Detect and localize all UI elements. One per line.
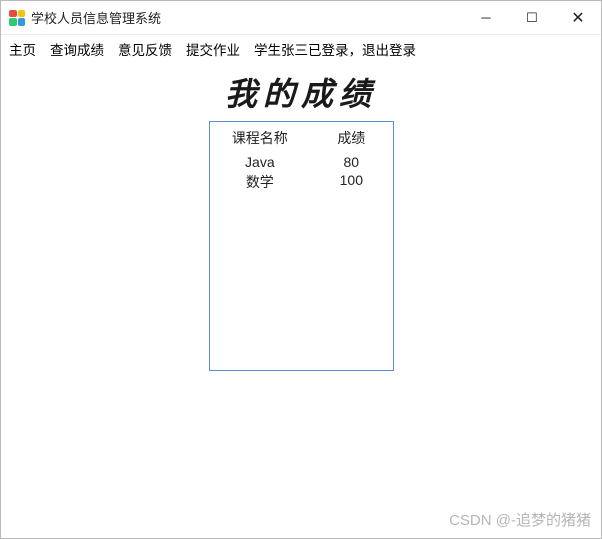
menu-home[interactable]: 主页	[9, 39, 36, 59]
grades-header-row: 课程名称 成绩	[210, 128, 393, 148]
menu-logout[interactable]: 学生张三已登录，退出登录	[254, 39, 416, 59]
maximize-button[interactable]: ☐	[509, 1, 555, 34]
window-title: 学校人员信息管理系统	[31, 8, 161, 27]
grades-panel: 课程名称 成绩 Java 80 数学 100	[209, 121, 394, 371]
cell-score: 100	[310, 172, 392, 192]
cell-course: 数学	[210, 172, 311, 192]
menubar: 主页 查询成绩 意见反馈 提交作业 学生张三已登录，退出登录	[1, 35, 601, 63]
table-row: Java 80	[210, 154, 393, 170]
cell-course: Java	[210, 154, 311, 170]
titlebar: 学校人员信息管理系统 ─ ☐ ✕	[1, 1, 601, 35]
window-controls: ─ ☐ ✕	[463, 1, 601, 34]
header-score: 成绩	[310, 128, 392, 148]
close-button[interactable]: ✕	[555, 1, 601, 34]
menu-query-grades[interactable]: 查询成绩	[50, 39, 104, 59]
menu-submit-homework[interactable]: 提交作业	[186, 39, 240, 59]
table-row: 数学 100	[210, 172, 393, 192]
minimize-button[interactable]: ─	[463, 1, 509, 34]
app-icon	[9, 10, 25, 26]
cell-score: 80	[310, 154, 392, 170]
menu-feedback[interactable]: 意见反馈	[118, 39, 172, 59]
page-title: 我的成绩	[225, 69, 377, 115]
app-window: 学校人员信息管理系统 ─ ☐ ✕ 主页 查询成绩 意见反馈 提交作业 学生张三已…	[0, 0, 602, 539]
header-course: 课程名称	[210, 128, 311, 148]
content-area: 我的成绩 课程名称 成绩 Java 80 数学 100	[1, 63, 601, 538]
